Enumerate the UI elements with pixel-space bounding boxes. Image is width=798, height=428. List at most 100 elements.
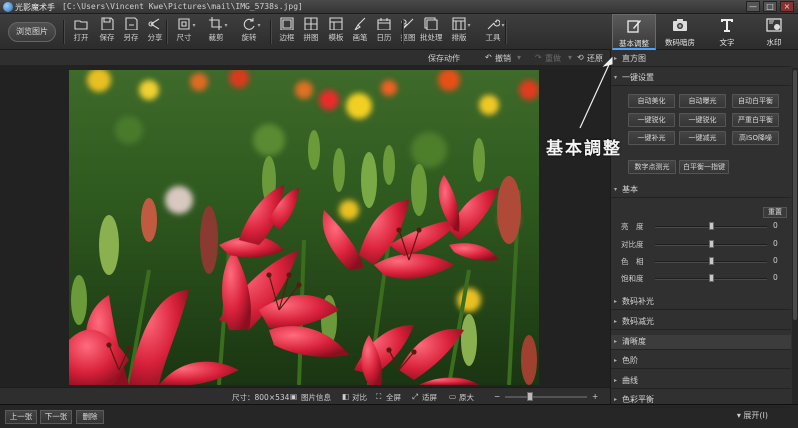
slider-handle[interactable] <box>709 240 714 248</box>
tool-rotate-button[interactable]: 旋转 <box>238 17 260 43</box>
one-click-button[interactable]: 严重白平衡 <box>732 113 779 127</box>
section-header[interactable]: ▸ 清晰度 <box>611 335 791 350</box>
next-button[interactable]: 下一张 <box>40 410 72 424</box>
one-click-header[interactable]: ▾ 一键设置 <box>611 71 791 86</box>
tool-save-as-button[interactable]: 另存 <box>120 17 142 43</box>
zoom-slider-handle[interactable] <box>527 392 533 401</box>
tab-text[interactable]: 文字 <box>705 14 749 50</box>
template-icon <box>329 17 343 31</box>
one-click-button[interactable]: 一键锐化 <box>679 113 726 127</box>
slider-handle[interactable] <box>709 222 714 230</box>
adjust-slider[interactable]: 饱和度 0 <box>611 273 791 285</box>
zoom-out-icon[interactable]: − <box>494 392 500 401</box>
one-click-button[interactable]: 自动白平衡 <box>732 94 779 108</box>
previous-button[interactable]: 上一张 <box>5 410 37 424</box>
one-click-button[interactable]: 一键补光 <box>628 131 675 145</box>
tab-label: 文字 <box>719 38 735 47</box>
tool-share-button[interactable]: 分享 <box>144 17 166 43</box>
tool-dropdown-icon[interactable]: ▾ <box>223 22 229 29</box>
tool-collage-button[interactable]: 拼图 <box>300 17 322 43</box>
tool-crop-button[interactable]: 裁剪 <box>205 17 227 43</box>
basic-header[interactable]: ▾ 基本 <box>611 183 791 198</box>
toolbar-divider <box>63 20 64 44</box>
compare-icon: ◧ <box>342 392 350 401</box>
undo-dropdown-icon[interactable]: ▾ <box>517 53 521 62</box>
original-size-button[interactable]: 原大 <box>459 392 474 403</box>
section-header[interactable]: ▸ 数码补光 <box>611 295 791 310</box>
tool-tools-button[interactable]: 工具 <box>482 17 504 43</box>
panel-scrollbar[interactable] <box>792 68 798 404</box>
tool-border-button[interactable]: 边框 <box>276 17 298 43</box>
section-header[interactable]: ▸ 曲线 <box>611 374 791 389</box>
maximize-button[interactable]: □ <box>763 1 777 12</box>
one-click-button[interactable]: 自动曝光 <box>679 94 726 108</box>
fit-screen-button[interactable]: 适屏 <box>422 392 437 403</box>
slider-value: 0 <box>773 221 778 230</box>
adjust-slider[interactable]: 对比度 0 <box>611 239 791 251</box>
tool-dropdown-icon[interactable]: ▾ <box>191 22 197 29</box>
tab-basic-adjust[interactable]: 基本调整 <box>612 14 656 50</box>
tool-resize-button[interactable]: 尺寸 <box>173 17 195 43</box>
undo-icon[interactable]: ↶ <box>485 53 492 62</box>
image-info-button[interactable]: 图片信息 <box>301 392 331 403</box>
section-label: 色阶 <box>622 356 638 365</box>
tab-digital-darkroom[interactable]: 数码暗房 <box>658 14 702 50</box>
browse-images-button[interactable]: 浏览图片 <box>8 22 56 42</box>
tab-watermark[interactable]: 水印 <box>752 14 796 50</box>
section-header[interactable]: ▸ 色彩平衡 <box>611 393 791 408</box>
tool-open-button[interactable]: 打开 <box>70 17 92 43</box>
tool-label: 旋转 <box>241 33 257 42</box>
save-icon <box>100 17 114 31</box>
tool-label: 排版 <box>451 33 467 42</box>
delete-button[interactable]: 删除 <box>76 410 104 424</box>
section-label: 数码补光 <box>622 297 654 306</box>
tool-dropdown-icon[interactable]: ▾ <box>256 22 262 29</box>
slider-handle[interactable] <box>709 274 714 282</box>
one-click-button[interactable]: 一键锐化 <box>628 113 675 127</box>
annotation-label: 基本調整 <box>546 139 622 159</box>
rotate-icon <box>242 17 256 30</box>
scrollbar-thumb[interactable] <box>793 70 797 320</box>
reset-button[interactable]: 重置 <box>763 207 787 218</box>
tool-dropdown-icon[interactable]: ▾ <box>466 22 472 29</box>
adjust-slider[interactable]: 色 相 0 <box>611 256 791 268</box>
expand-arrow-icon: ▸ <box>614 396 618 403</box>
minimize-button[interactable]: — <box>746 1 760 12</box>
tool-save-button[interactable]: 保存 <box>96 17 118 43</box>
restore-button[interactable]: 还原 <box>587 53 603 64</box>
expand-button[interactable]: ▾ 展开(I) <box>737 410 768 421</box>
info-icon: ▣ <box>290 392 298 401</box>
close-button[interactable]: × <box>780 1 794 12</box>
compare-button[interactable]: 对比 <box>352 392 367 403</box>
app-logo-icon <box>3 2 13 12</box>
restore-icon[interactable]: ⟲ <box>577 53 584 62</box>
redo-button: 重做 <box>545 54 561 63</box>
tool-brush-button[interactable]: 画笔 <box>349 17 371 43</box>
expand-arrow-icon: ▸ <box>614 377 618 384</box>
one-click-button[interactable]: 自动美化 <box>628 94 675 108</box>
edit-subbar: 保存动作 ↶ 撤销 ▾ ↷ 重做 ▾ ⟲ 还原 <box>0 50 610 66</box>
spot-metering-button[interactable]: 数字点测光 <box>628 160 676 174</box>
zoom-in-icon[interactable]: + <box>592 392 598 401</box>
tool-batch-button[interactable]: 批处理 <box>420 17 443 43</box>
tool-layout-button[interactable]: 排版 <box>448 17 470 43</box>
tool-calendar-button[interactable]: 日历 <box>373 17 395 43</box>
save-action-button[interactable]: 保存动作 <box>428 53 460 64</box>
section-header[interactable]: ▸ 数码减光 <box>611 315 791 330</box>
white-balance-picker-button[interactable]: 白平衡一指键 <box>679 160 729 174</box>
zoom-slider-track[interactable] <box>505 396 587 398</box>
crop-icon <box>209 17 223 30</box>
fullscreen-button[interactable]: 全屏 <box>386 392 401 403</box>
slider-handle[interactable] <box>709 257 714 265</box>
tool-template-button[interactable]: 模板 <box>325 17 347 43</box>
camera-icon <box>672 19 688 36</box>
image-canvas[interactable] <box>0 66 610 387</box>
section-header[interactable]: ▸ 色阶 <box>611 354 791 369</box>
adjust-slider[interactable]: 亮 度 0 <box>611 221 791 233</box>
one-click-button[interactable]: 一键减光 <box>679 131 726 145</box>
tool-cutout-button[interactable]: 抠图 <box>397 17 419 43</box>
one-click-button[interactable]: 高ISO降噪 <box>732 131 779 145</box>
undo-button[interactable]: 撤销 <box>495 53 511 64</box>
histogram-header[interactable]: ▸ 直方图 <box>611 52 791 67</box>
tool-label: 打开 <box>73 33 89 42</box>
